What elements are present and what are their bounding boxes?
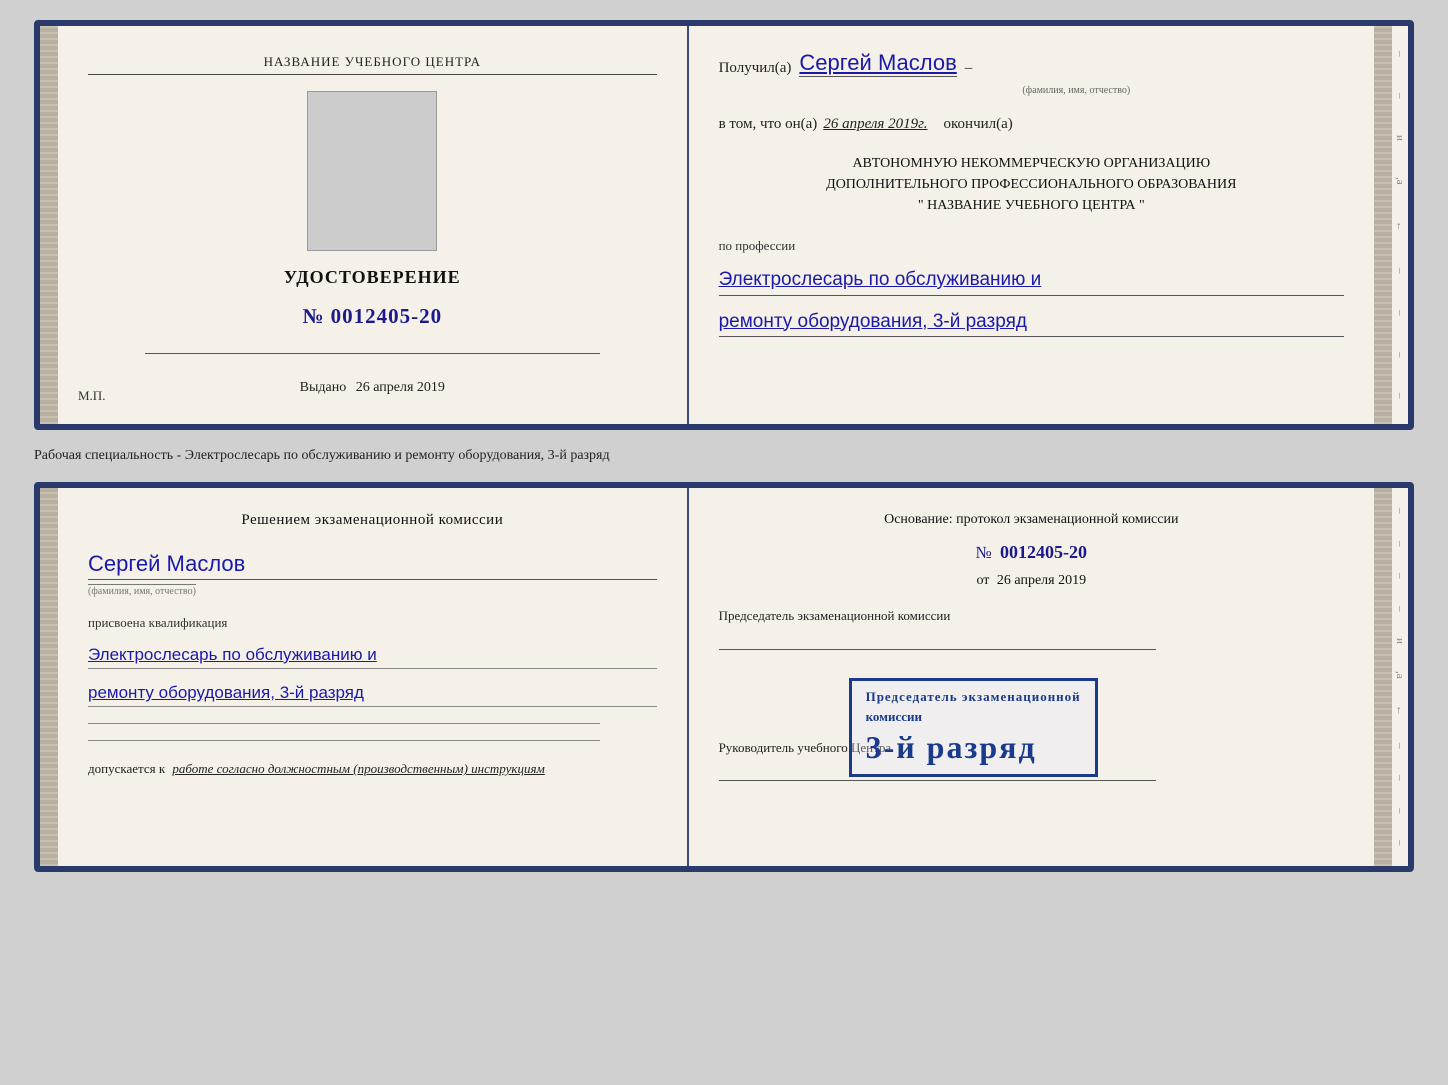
fio-label: (фамилия, имя, отчество) [809,85,1344,96]
card2-spine-right [1374,488,1392,866]
person-name-big: Сергей Маслов [88,551,657,577]
received-row: Получил(а) Сергей Маслов – [719,50,1344,77]
profession-label: по профессии [719,238,1344,254]
qualification-label: присвоена квалификация [88,615,657,631]
certificate-card-2: Решением экзаменационной комиссии Сергей… [34,482,1414,872]
card2-spine-left [40,488,58,866]
received-label: Получил(а) [719,60,792,77]
profession-value: Электрослесарь по обслуживанию и [719,266,1344,296]
qualification-line2: ремонту оборудования, 3-й разряд [88,679,657,707]
org-block: АВТОНОМНУЮ НЕКОММЕРЧЕСКУЮ ОРГАНИЗАЦИЮ ДО… [719,153,1344,216]
basis-title: Основание: протокол экзаменационной коми… [719,512,1344,528]
date-row: в том, что он(а) 26 апреля 2019г. окончи… [719,116,1344,133]
mp-label: М.П. [78,388,105,404]
protocol-prefix: № [976,543,992,562]
protocol-date-row: от 26 апреля 2019 [719,573,1344,589]
protocol-num-value: 0012405-20 [1000,542,1087,562]
person-name-block: Сергей Маслов (фамилия, имя, отчество) [88,547,657,599]
date-prefix: от [976,573,989,588]
allowed-line: допускается к работе согласно должностны… [88,761,657,777]
commission-title: Решением экзаменационной комиссии [88,512,657,529]
allowed-value: работе согласно должностным (производств… [172,761,544,776]
fio-label-block: (фамилия, имя, отчество) [88,579,657,599]
org-line2: ДОПОЛНИТЕЛЬНОГО ПРОФЕССИОНАЛЬНОГО ОБРАЗО… [719,174,1344,195]
protocol-date-value: 26 апреля 2019 [997,573,1086,588]
card1-right-panel: Получил(а) Сергей Маслов – (фамилия, имя… [689,26,1374,424]
cert-number: № 0012405-20 [302,304,442,329]
allowed-label: допускается к [88,761,165,776]
issued-label: Выдано [300,380,347,395]
stamp-block: Председатель экзаменационной комиссии 3-… [849,678,1098,777]
issued-date: 26 апреля 2019 [356,380,445,395]
chairman-label: Председатель экзаменационной комиссии [719,607,1344,625]
protocol-number: № 0012405-20 [719,542,1344,563]
date-intro: в том, что он(а) [719,116,818,133]
card1-spine-right [1374,26,1392,424]
stamp-text: Председатель экзаменационной [866,689,1081,705]
qualification-line1: Электрослесарь по обслуживанию и [88,641,657,669]
fio-label-card2: (фамилия, имя, отчество) [88,584,196,597]
card1-spine-left [40,26,58,424]
card2-left-panel: Решением экзаменационной комиссии Сергей… [58,488,689,866]
stamp-komissia: комиссии [866,709,1081,725]
cert-number-value: 0012405-20 [331,304,443,328]
org-name: НАЗВАНИЕ УЧЕБНОГО ЦЕНТРА [927,198,1135,213]
school-name-top: НАЗВАНИЕ УЧЕБНОГО ЦЕНТРА [88,54,657,75]
issued-line: Выдано 26 апреля 2019 [300,380,445,396]
org-line1: АВТОНОМНУЮ НЕКОММЕРЧЕСКУЮ ОРГАНИЗАЦИЮ [719,153,1344,174]
card1-left-panel: НАЗВАНИЕ УЧЕБНОГО ЦЕНТРА УДОСТОВЕРЕНИЕ №… [58,26,689,424]
profession-value2: ремонту оборудования, 3-й разряд [719,308,1344,338]
stamp-grade: 3-й разряд [866,729,1081,766]
finished-label: окончил(а) [944,116,1013,133]
date-value: 26 апреля 2019г. [823,116,927,133]
card2-right-panel: Основание: протокол экзаменационной коми… [689,488,1374,866]
certificate-card-1: НАЗВАНИЕ УЧЕБНОГО ЦЕНТРА УДОСТОВЕРЕНИЕ №… [34,20,1414,430]
right-margin-marks: – – и ,а ← – – – – [1392,26,1408,424]
chairman-signature-line [719,649,1157,650]
cert-number-prefix: № [302,304,324,328]
cert-title: УДОСТОВЕРЕНИЕ [284,267,461,288]
director-signature-line [719,780,1157,781]
middle-text: Рабочая специальность - Электрослесарь п… [34,448,1414,464]
photo-placeholder [307,91,437,251]
org-name-line: " НАЗВАНИЕ УЧЕБНОГО ЦЕНТРА " [719,195,1344,216]
card2-right-margin: – – – – и ,а ← – – – – [1392,488,1408,866]
received-name: Сергей Маслов [799,50,956,77]
fio-subtitle: (фамилия, имя, отчество) [809,85,1344,96]
